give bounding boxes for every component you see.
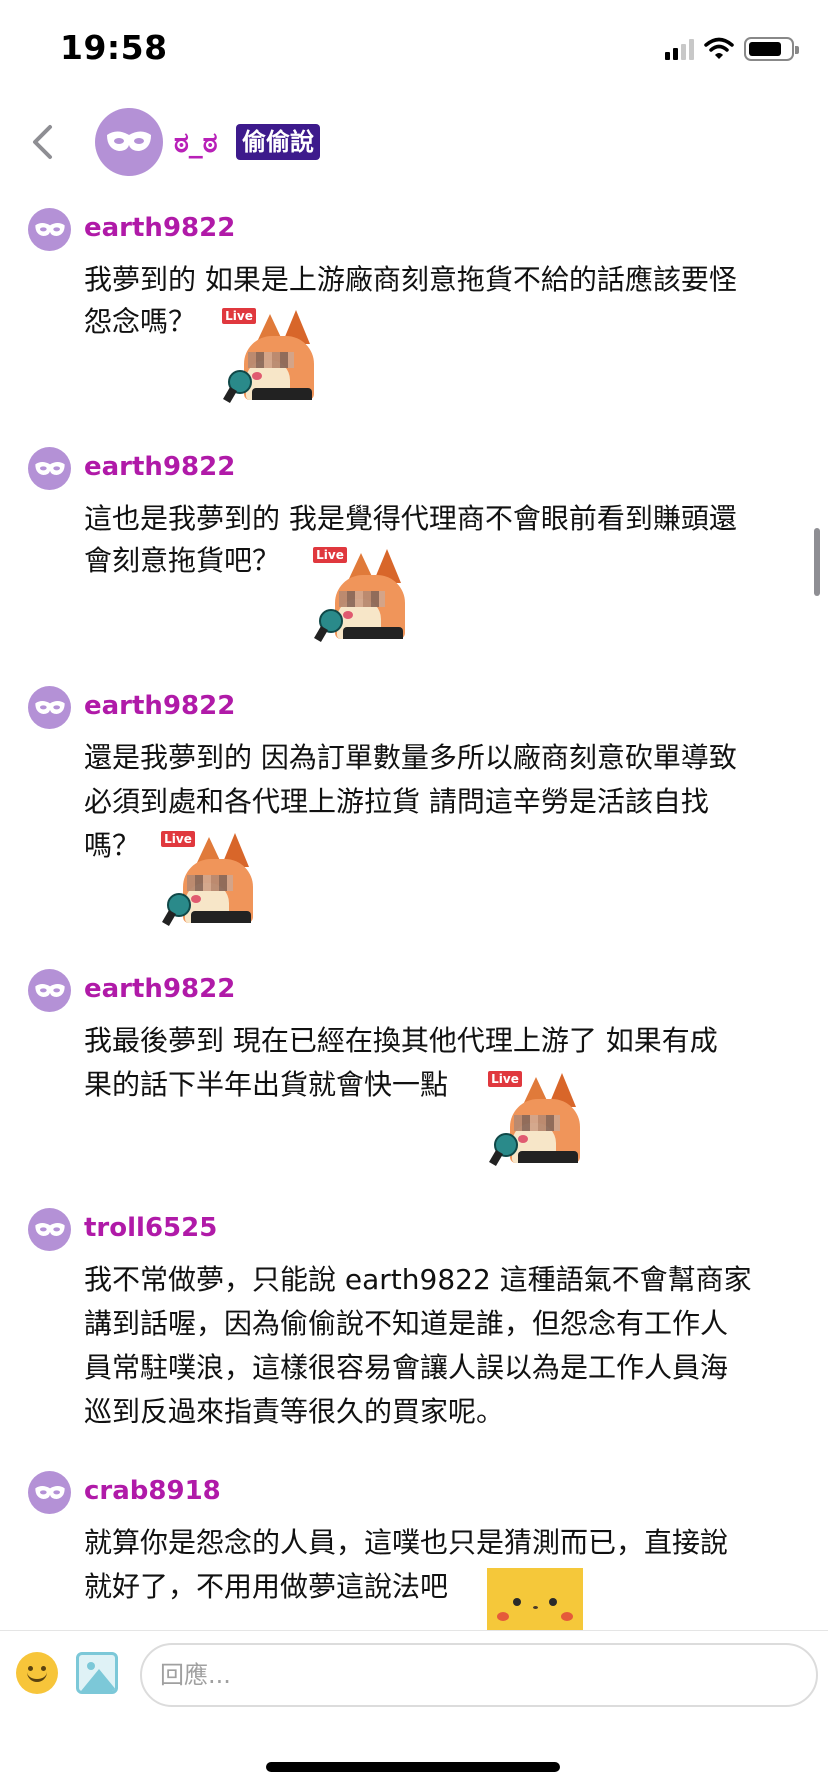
comment-text-line: 怨念嗎？ <box>84 305 197 338</box>
comment-text-line: 這也是我夢到的 我是覺得代理商不會眼前看到賺頭還 <box>84 502 737 535</box>
mask-icon <box>107 131 151 151</box>
mask-icon <box>34 1485 65 1499</box>
mask-icon <box>34 461 65 475</box>
fox-live-sticker: Live <box>222 308 318 404</box>
comment-username[interactable]: crab8918 <box>84 1476 221 1506</box>
comment-text-line: 講到話喔，因為偷偷說不知道是誰，但怨念有工作人 <box>84 1307 729 1340</box>
status-icons <box>665 36 799 62</box>
mask-icon <box>34 1222 65 1236</box>
status-time: 19:58 <box>60 28 168 67</box>
comment-text-line: 必須到處和各代理上游拉貨 請問這辛勞是活該自找 <box>84 785 709 818</box>
avatar[interactable] <box>28 447 71 490</box>
comment-text-line: 果的話下半年出貨就會快一點 <box>84 1068 449 1101</box>
comment-username[interactable]: earth9822 <box>84 213 235 243</box>
comment-username[interactable]: earth9822 <box>84 974 235 1004</box>
comment-username[interactable]: earth9822 <box>84 452 235 482</box>
avatar[interactable] <box>28 208 71 251</box>
back-button[interactable] <box>22 118 62 166</box>
emoji-button[interactable] <box>16 1652 58 1694</box>
comment-text-line: 就好了，不用用做夢這說法吧 <box>84 1570 449 1603</box>
cellular-signal-icon <box>665 38 694 60</box>
avatar[interactable] <box>28 969 71 1012</box>
reply-input[interactable] <box>140 1643 818 1707</box>
comment-text-line: 嗎？ <box>84 829 141 862</box>
mask-icon <box>34 222 65 236</box>
live-label: Live <box>161 831 195 847</box>
battery-icon <box>744 37 799 61</box>
comment-text-line: 會刻意拖貨吧？ <box>84 544 281 577</box>
live-label: Live <box>222 308 256 324</box>
comment-username[interactable]: troll6525 <box>84 1213 217 1243</box>
header-username[interactable]: ಠ_ಠ <box>174 126 218 160</box>
image-upload-button[interactable] <box>76 1652 118 1694</box>
comment-text-line: 還是我夢到的 因為訂單數量多所以廠商刻意砍單導致 <box>84 741 737 774</box>
wifi-icon <box>704 37 734 59</box>
comment-text-line: 我最後夢到 現在已經在換其他代理上游了 如果有成 <box>84 1024 718 1057</box>
live-label: Live <box>488 1071 522 1087</box>
avatar[interactable] <box>28 1208 71 1251</box>
comment-username[interactable]: earth9822 <box>84 691 235 721</box>
scrollbar[interactable] <box>814 528 820 596</box>
comment-text-line: 巡到反過來指責等很久的買家呢。 <box>84 1395 505 1428</box>
fox-live-sticker: Live <box>488 1071 584 1167</box>
header-avatar[interactable] <box>95 108 163 176</box>
comment-text-line: 員常駐噗浪，這樣很容易會讓人誤以為是工作人員海 <box>84 1351 729 1384</box>
live-label: Live <box>313 547 347 563</box>
fox-live-sticker: Live <box>313 547 409 643</box>
fox-live-sticker: Live <box>161 831 257 927</box>
avatar[interactable] <box>28 686 71 729</box>
chevron-left-icon <box>33 125 52 159</box>
avatar[interactable] <box>28 1471 71 1514</box>
pikachu-sticker <box>487 1568 583 1630</box>
mask-icon <box>34 983 65 997</box>
comment-text-line: 我夢到的 如果是上游廠商刻意拖貨不給的話應該要怪 <box>84 263 737 296</box>
anonymous-badge: 偷偷說 <box>236 124 320 160</box>
home-indicator[interactable] <box>266 1762 560 1772</box>
comment-text-line: 就算你是怨念的人員，這噗也只是猜測而已，直接說 <box>84 1526 729 1559</box>
comment-text-line: 我不常做夢，只能說 earth9822 這種語氣不會幫商家 <box>84 1263 752 1296</box>
mask-icon <box>34 700 65 714</box>
